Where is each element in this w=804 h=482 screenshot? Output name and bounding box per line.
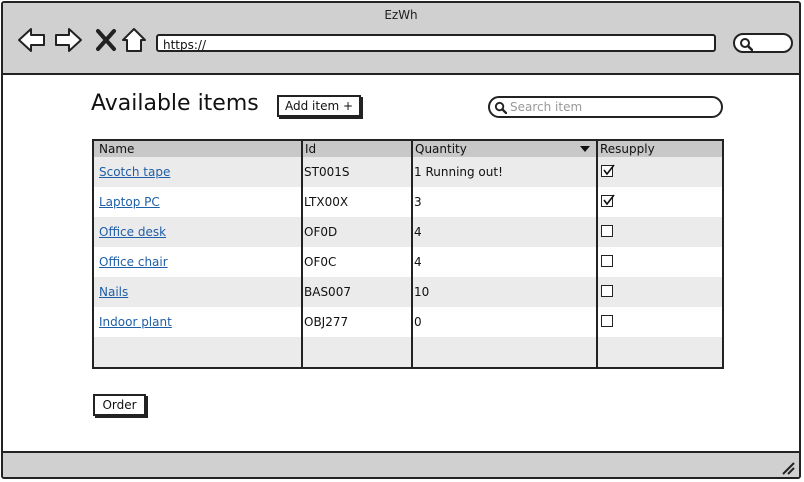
column-divider <box>301 141 303 367</box>
browser-window: EzWh https:// Available items Add item + <box>1 1 801 479</box>
item-name-link[interactable]: Office desk <box>99 225 166 239</box>
column-divider <box>411 141 413 367</box>
item-quantity: 10 <box>414 285 430 299</box>
item-quantity: 0 <box>414 315 422 329</box>
column-header-id[interactable]: Id <box>305 141 316 157</box>
table-row: Laptop PC LTX00X 3 <box>94 187 722 217</box>
item-name-link[interactable]: Scotch tape <box>99 165 170 179</box>
sort-arrow-icon[interactable] <box>580 146 590 152</box>
search-icon <box>740 38 753 51</box>
items-table: Name Id Quantity Resupply Scotch tape ST… <box>92 139 724 369</box>
item-quantity: 4 <box>414 225 422 239</box>
item-id: BAS007 <box>304 285 351 299</box>
column-header-name[interactable]: Name <box>99 141 134 157</box>
status-bar <box>3 451 799 477</box>
item-id: OBJ277 <box>304 315 349 329</box>
resupply-checkbox[interactable] <box>601 225 613 237</box>
address-bar[interactable]: https:// <box>156 34 716 52</box>
checkmark-icon <box>603 164 615 176</box>
browser-toolbar: EzWh https:// <box>3 3 799 75</box>
table-row: Indoor plant OBJ277 0 <box>94 307 722 337</box>
search-field[interactable] <box>488 96 723 118</box>
table-row-empty <box>94 337 722 367</box>
search-input[interactable] <box>510 99 710 115</box>
resupply-checkbox[interactable] <box>601 164 615 177</box>
item-id: LTX00X <box>304 195 349 209</box>
checkmark-icon <box>603 194 615 206</box>
home-icon[interactable] <box>119 25 149 55</box>
resize-grip-icon[interactable] <box>779 459 795 475</box>
column-divider <box>596 141 598 367</box>
resupply-checkbox[interactable] <box>601 194 615 207</box>
window-title: EzWh <box>384 8 418 22</box>
item-name-link[interactable]: Nails <box>99 285 128 299</box>
item-quantity: 3 <box>414 195 422 209</box>
resupply-checkbox[interactable] <box>601 285 613 297</box>
table-row: Office desk OF0D 4 <box>94 217 722 247</box>
page-title: Available items <box>91 91 259 116</box>
table-row: Office chair OF0C 4 <box>94 247 722 277</box>
browser-search-box[interactable] <box>733 33 793 53</box>
item-name-link[interactable]: Laptop PC <box>99 195 160 209</box>
back-arrow-icon[interactable] <box>17 25 47 55</box>
close-icon[interactable] <box>91 25 121 55</box>
item-id: OF0D <box>304 225 338 239</box>
item-quantity: 4 <box>414 255 422 269</box>
search-icon <box>494 101 507 114</box>
item-id: ST001S <box>304 165 350 179</box>
order-button[interactable]: Order <box>93 394 146 416</box>
column-header-resupply[interactable]: Resupply <box>600 141 655 157</box>
forward-arrow-icon[interactable] <box>53 25 83 55</box>
item-quantity: 1 Running out! <box>414 165 503 179</box>
resupply-checkbox[interactable] <box>601 315 613 327</box>
table-row: Scotch tape ST001S 1 Running out! <box>94 157 722 187</box>
item-name-link[interactable]: Indoor plant <box>99 315 172 329</box>
table-header: Name Id Quantity Resupply <box>94 141 722 158</box>
table-row: Nails BAS007 10 <box>94 277 722 307</box>
item-id: OF0C <box>304 255 337 269</box>
resupply-checkbox[interactable] <box>601 255 613 267</box>
item-name-link[interactable]: Office chair <box>99 255 168 269</box>
column-header-quantity[interactable]: Quantity <box>415 141 467 157</box>
add-item-button[interactable]: Add item + <box>277 95 361 117</box>
